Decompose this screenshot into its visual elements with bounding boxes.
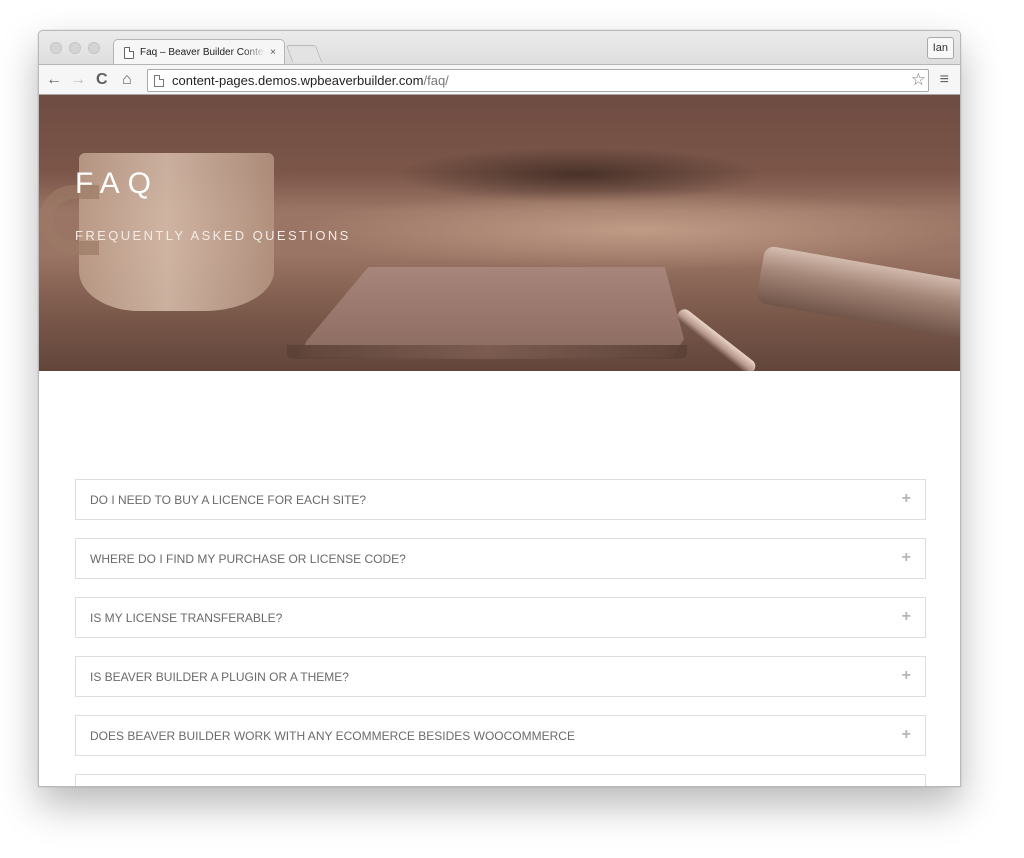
browser-toolbar: ← → C ⌂ content-pages.demos.wpbeaverbuil… — [39, 64, 960, 95]
page-icon — [124, 46, 134, 59]
expand-plus-icon[interactable]: + — [902, 726, 911, 744]
bookmark-star-icon[interactable]: ☆ — [911, 71, 926, 89]
page-subtitle: FREQUENTLY ASKED QUESTIONS — [75, 228, 351, 243]
tab-close-icon[interactable]: × — [270, 47, 276, 58]
new-tab-button[interactable] — [285, 45, 323, 62]
address-bar[interactable]: content-pages.demos.wpbeaverbuilder.com /… — [147, 69, 929, 92]
back-arrow-icon[interactable]: ← — [46, 70, 62, 90]
zoom-window-button[interactable] — [88, 42, 100, 54]
faq-item[interactable]: IS MY LICENSE TRANSFERABLE? + — [75, 597, 926, 638]
tab-strip: Faq – Beaver Builder Conte × Ian — [39, 31, 960, 65]
faq-question: DOES BEAVER BUILDER WORK WITH ANY ECOMME… — [90, 728, 575, 743]
url-host: content-pages.demos.wpbeaverbuilder.com — [172, 73, 424, 88]
active-tab[interactable]: Faq – Beaver Builder Conte × — [113, 39, 285, 65]
expand-plus-icon[interactable]: + — [902, 667, 911, 685]
faq-question: IS BEAVER BUILDER A PLUGIN OR A THEME? — [90, 669, 349, 684]
faq-question: IS MY LICENSE TRANSFERABLE? — [90, 610, 283, 625]
hero-photo-pen — [674, 306, 759, 371]
tab-title: Faq – Beaver Builder Conte — [140, 47, 264, 58]
minimize-window-button[interactable] — [69, 42, 81, 54]
home-icon[interactable]: ⌂ — [122, 70, 132, 90]
expand-plus-icon[interactable]: + — [902, 549, 911, 567]
faq-item[interactable]: DO I NEED TO BUY A LICENCE FOR EACH SITE… — [75, 479, 926, 520]
hero-photo-notebook — [299, 267, 684, 357]
browser-window: Faq – Beaver Builder Conte × Ian ← → C ⌂… — [38, 30, 961, 787]
expand-plus-icon[interactable]: + — [902, 490, 911, 508]
reload-icon[interactable]: C — [96, 70, 108, 90]
close-window-button[interactable] — [50, 42, 62, 54]
page-content: FAQ FREQUENTLY ASKED QUESTIONS DO I NEED… — [39, 95, 960, 786]
window-controls — [50, 42, 100, 54]
faq-accordion: DO I NEED TO BUY A LICENCE FOR EACH SITE… — [75, 479, 926, 786]
hero-photo-light — [289, 190, 960, 270]
page-title: FAQ — [75, 167, 160, 200]
menu-icon[interactable]: ≡ — [940, 70, 949, 90]
expand-plus-icon[interactable]: + — [902, 608, 911, 626]
profile-button[interactable]: Ian — [926, 37, 954, 59]
faq-item[interactable] — [75, 774, 926, 786]
faq-item[interactable]: DOES BEAVER BUILDER WORK WITH ANY ECOMME… — [75, 715, 926, 756]
faq-question: DO I NEED TO BUY A LICENCE FOR EACH SITE… — [90, 492, 367, 507]
page-icon — [154, 74, 164, 87]
hero-banner: FAQ FREQUENTLY ASKED QUESTIONS — [39, 95, 960, 371]
url-path: /faq/ — [423, 73, 449, 88]
faq-item[interactable]: WHERE DO I FIND MY PURCHASE OR LICENSE C… — [75, 538, 926, 579]
faq-question: WHERE DO I FIND MY PURCHASE OR LICENSE C… — [90, 551, 406, 566]
hero-photo-notebook-edge — [287, 345, 687, 359]
faq-item[interactable]: IS BEAVER BUILDER A PLUGIN OR A THEME? + — [75, 656, 926, 697]
forward-arrow-icon[interactable]: → — [70, 70, 86, 90]
